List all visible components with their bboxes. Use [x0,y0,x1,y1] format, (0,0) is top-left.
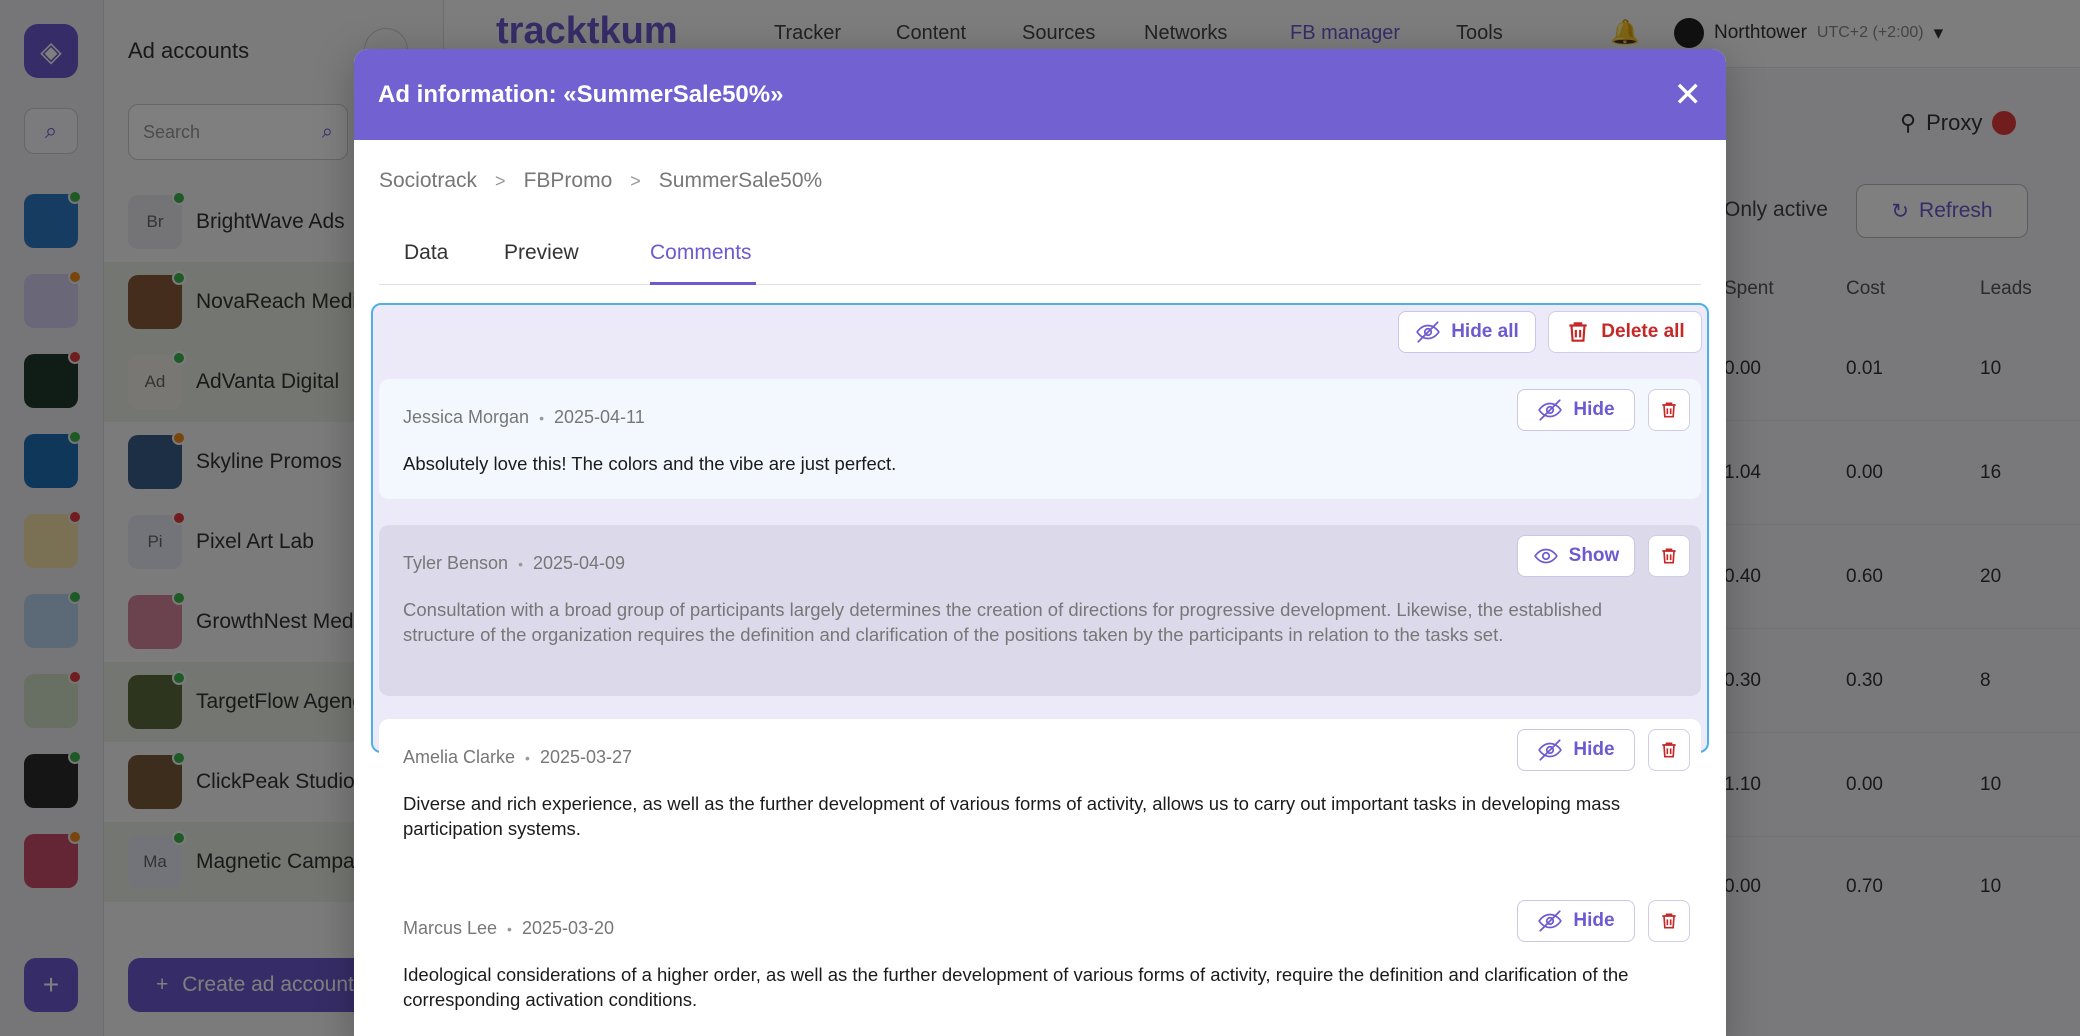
hide-all-label: Hide all [1451,321,1519,342]
comment-date: 2025-03-20 [521,918,615,938]
comment-text: Diverse and rich experience, as well as … [403,793,1621,839]
trash-icon [1662,742,1676,758]
delete-comment-button[interactable] [1648,900,1690,942]
trash-icon [1662,913,1676,929]
show-comment-label: Show [1568,545,1620,566]
comment-text: Absolutely love this! The colors and the… [403,453,897,474]
eye-off-icon [1538,399,1563,421]
comment-card: Jessica Morgan • 2025-04-11 Absolutely l… [379,379,1701,499]
comment-meta: Tyler Benson • 2025-04-09 [403,553,625,574]
meta-separator: • [525,749,530,766]
hide-comment-button[interactable]: Hide [1517,729,1635,771]
modal-header: Ad information: «SummerSale50%» ✕ [354,49,1726,140]
comment-meta: Marcus Lee • 2025-03-20 [403,918,614,939]
ad-information-modal: Ad information: «SummerSale50%» ✕ Sociot… [354,49,1726,1036]
delete-comment-button[interactable] [1648,729,1690,771]
delete-comment-button[interactable] [1648,389,1690,431]
eye-off-icon [1538,910,1563,932]
comment-card: Amelia Clarke • 2025-03-27 Diverse and r… [379,719,1701,865]
trash-icon [1662,402,1676,418]
hide-comment-label: Hide [1573,910,1615,931]
modal-tabs: Data Preview Comments [379,225,1701,285]
comment-text: Ideological considerations of a higher o… [403,964,1629,1010]
delete-comment-button[interactable] [1648,535,1690,577]
delete-all-label: Delete all [1601,321,1685,342]
hide-all-button[interactable]: Hide all [1398,311,1536,353]
trash-icon [1662,548,1676,564]
tab-preview[interactable]: Preview [504,241,579,265]
comment-text: Consultation with a broad group of parti… [403,599,1603,645]
modal-title: Ad information: «SummerSale50%» [378,80,784,108]
close-icon[interactable]: ✕ [1674,78,1703,112]
trash-icon [1569,322,1587,342]
eye-icon [1533,548,1558,564]
eye-off-icon [1538,739,1563,761]
tab-data[interactable]: Data [404,241,448,265]
hide-comment-button[interactable]: Hide [1517,900,1635,942]
tab-comments[interactable]: Comments [650,241,752,265]
hide-comment-label: Hide [1573,399,1615,420]
comment-meta: Amelia Clarke • 2025-03-27 [403,747,632,768]
comment-author: Marcus Lee [403,918,498,938]
breadcrumb-separator: > [495,170,506,191]
breadcrumb-separator: > [630,170,641,191]
eye-off-icon [1416,321,1441,343]
comment-date: 2025-04-09 [532,553,626,573]
show-comment-button[interactable]: Show [1517,535,1635,577]
comment-author: Tyler Benson [403,553,509,573]
breadcrumb-item[interactable]: FBPromo [524,169,613,193]
delete-all-button[interactable]: Delete all [1548,311,1702,353]
comment-date: 2025-04-11 [553,407,645,427]
hide-comment-button[interactable]: Hide [1517,389,1635,431]
comment-card: Marcus Lee • 2025-03-20 Ideological cons… [379,890,1701,1036]
comment-author: Amelia Clarke [403,747,516,767]
active-tab-indicator [650,282,756,285]
meta-separator: • [507,920,512,937]
comment-date: 2025-03-27 [539,747,633,767]
comment-meta: Jessica Morgan • 2025-04-11 [403,407,645,428]
meta-separator: • [518,555,523,572]
comment-author: Jessica Morgan [403,407,530,427]
breadcrumb-item-current: SummerSale50% [658,169,823,192]
breadcrumb: Sociotrack > FBPromo > SummerSale50% [379,169,822,193]
meta-separator: • [539,409,544,426]
breadcrumb-item[interactable]: Sociotrack [379,169,477,193]
comment-card-hidden: Tyler Benson • 2025-04-09 Consultation w… [379,525,1701,696]
hide-comment-label: Hide [1573,739,1615,760]
